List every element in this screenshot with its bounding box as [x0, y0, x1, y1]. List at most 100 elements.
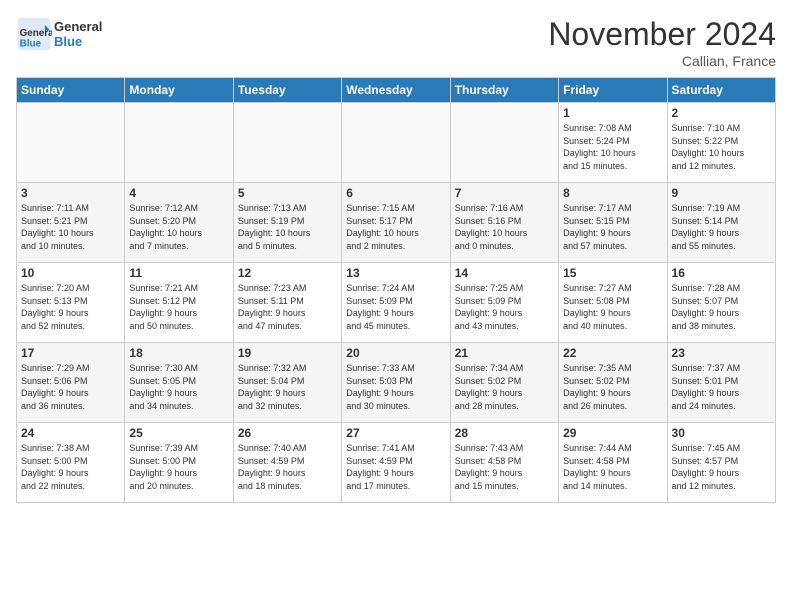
- day-info: Sunrise: 7:19 AM Sunset: 5:14 PM Dayligh…: [672, 202, 771, 252]
- calendar-cell: [233, 103, 341, 183]
- day-number: 8: [563, 186, 662, 200]
- day-info: Sunrise: 7:27 AM Sunset: 5:08 PM Dayligh…: [563, 282, 662, 332]
- calendar-cell: 18 Sunrise: 7:30 AM Sunset: 5:05 PM Dayli…: [125, 343, 233, 423]
- calendar-cell: 20 Sunrise: 7:33 AM Sunset: 5:03 PM Dayli…: [342, 343, 450, 423]
- day-number: 13: [346, 266, 445, 280]
- calendar-cell: 8 Sunrise: 7:17 AM Sunset: 5:15 PM Daylig…: [559, 183, 667, 263]
- day-number: 28: [455, 426, 554, 440]
- day-number: 19: [238, 346, 337, 360]
- weekday-header-thursday: Thursday: [450, 78, 558, 103]
- day-info: Sunrise: 7:39 AM Sunset: 5:00 PM Dayligh…: [129, 442, 228, 492]
- title-block: November 2024 Callian, France: [548, 16, 776, 69]
- day-info: Sunrise: 7:37 AM Sunset: 5:01 PM Dayligh…: [672, 362, 771, 412]
- day-info: Sunrise: 7:35 AM Sunset: 5:02 PM Dayligh…: [563, 362, 662, 412]
- location-subtitle: Callian, France: [548, 53, 776, 69]
- day-number: 16: [672, 266, 771, 280]
- day-number: 22: [563, 346, 662, 360]
- day-number: 17: [21, 346, 120, 360]
- day-info: Sunrise: 7:23 AM Sunset: 5:11 PM Dayligh…: [238, 282, 337, 332]
- calendar-cell: 19 Sunrise: 7:32 AM Sunset: 5:04 PM Dayli…: [233, 343, 341, 423]
- day-info: Sunrise: 7:38 AM Sunset: 5:00 PM Dayligh…: [21, 442, 120, 492]
- calendar-cell: [342, 103, 450, 183]
- day-info: Sunrise: 7:30 AM Sunset: 5:05 PM Dayligh…: [129, 362, 228, 412]
- calendar-cell: 5 Sunrise: 7:13 AM Sunset: 5:19 PM Daylig…: [233, 183, 341, 263]
- day-info: Sunrise: 7:16 AM Sunset: 5:16 PM Dayligh…: [455, 202, 554, 252]
- day-number: 15: [563, 266, 662, 280]
- day-info: Sunrise: 7:28 AM Sunset: 5:07 PM Dayligh…: [672, 282, 771, 332]
- weekday-header-sunday: Sunday: [17, 78, 125, 103]
- day-number: 10: [21, 266, 120, 280]
- day-info: Sunrise: 7:12 AM Sunset: 5:20 PM Dayligh…: [129, 202, 228, 252]
- calendar-cell: 15 Sunrise: 7:27 AM Sunset: 5:08 PM Dayli…: [559, 263, 667, 343]
- day-number: 7: [455, 186, 554, 200]
- calendar-cell: 3 Sunrise: 7:11 AM Sunset: 5:21 PM Daylig…: [17, 183, 125, 263]
- day-number: 27: [346, 426, 445, 440]
- day-number: 9: [672, 186, 771, 200]
- logo: General Blue General Blue: [16, 16, 102, 52]
- calendar-cell: [450, 103, 558, 183]
- day-number: 24: [21, 426, 120, 440]
- day-number: 1: [563, 106, 662, 120]
- weekday-header-wednesday: Wednesday: [342, 78, 450, 103]
- day-number: 26: [238, 426, 337, 440]
- day-number: 14: [455, 266, 554, 280]
- day-number: 20: [346, 346, 445, 360]
- calendar-cell: 13 Sunrise: 7:24 AM Sunset: 5:09 PM Dayli…: [342, 263, 450, 343]
- day-number: 2: [672, 106, 771, 120]
- day-info: Sunrise: 7:24 AM Sunset: 5:09 PM Dayligh…: [346, 282, 445, 332]
- day-number: 29: [563, 426, 662, 440]
- calendar-cell: 30 Sunrise: 7:45 AM Sunset: 4:57 PM Dayli…: [667, 423, 775, 503]
- day-number: 23: [672, 346, 771, 360]
- day-info: Sunrise: 7:10 AM Sunset: 5:22 PM Dayligh…: [672, 122, 771, 172]
- day-info: Sunrise: 7:32 AM Sunset: 5:04 PM Dayligh…: [238, 362, 337, 412]
- day-number: 6: [346, 186, 445, 200]
- weekday-header-saturday: Saturday: [667, 78, 775, 103]
- calendar-cell: 22 Sunrise: 7:35 AM Sunset: 5:02 PM Dayli…: [559, 343, 667, 423]
- day-number: 4: [129, 186, 228, 200]
- day-info: Sunrise: 7:40 AM Sunset: 4:59 PM Dayligh…: [238, 442, 337, 492]
- page-header: General Blue General Blue November 2024 …: [16, 16, 776, 69]
- calendar-cell: [125, 103, 233, 183]
- day-number: 11: [129, 266, 228, 280]
- calendar-cell: 24 Sunrise: 7:38 AM Sunset: 5:00 PM Dayli…: [17, 423, 125, 503]
- day-info: Sunrise: 7:13 AM Sunset: 5:19 PM Dayligh…: [238, 202, 337, 252]
- day-number: 18: [129, 346, 228, 360]
- calendar-cell: 6 Sunrise: 7:15 AM Sunset: 5:17 PM Daylig…: [342, 183, 450, 263]
- calendar-cell: 4 Sunrise: 7:12 AM Sunset: 5:20 PM Daylig…: [125, 183, 233, 263]
- weekday-header-monday: Monday: [125, 78, 233, 103]
- logo-line2: Blue: [54, 34, 102, 49]
- calendar-cell: 27 Sunrise: 7:41 AM Sunset: 4:59 PM Dayli…: [342, 423, 450, 503]
- day-number: 3: [21, 186, 120, 200]
- calendar-cell: 21 Sunrise: 7:34 AM Sunset: 5:02 PM Dayli…: [450, 343, 558, 423]
- day-number: 30: [672, 426, 771, 440]
- calendar-cell: 12Sunrise: 7:23 AM Sunset: 5:11 PM Dayli…: [233, 263, 341, 343]
- day-info: Sunrise: 7:20 AM Sunset: 5:13 PM Dayligh…: [21, 282, 120, 332]
- calendar-table: SundayMondayTuesdayWednesdayThursdayFrid…: [16, 77, 776, 503]
- calendar-cell: 17Sunrise: 7:29 AM Sunset: 5:06 PM Dayli…: [17, 343, 125, 423]
- calendar-header: SundayMondayTuesdayWednesdayThursdayFrid…: [17, 78, 776, 103]
- day-info: Sunrise: 7:34 AM Sunset: 5:02 PM Dayligh…: [455, 362, 554, 412]
- calendar-cell: 1Sunrise: 7:08 AM Sunset: 5:24 PM Daylig…: [559, 103, 667, 183]
- calendar-cell: 26 Sunrise: 7:40 AM Sunset: 4:59 PM Dayli…: [233, 423, 341, 503]
- calendar-cell: 14Sunrise: 7:25 AM Sunset: 5:09 PM Dayli…: [450, 263, 558, 343]
- day-info: Sunrise: 7:41 AM Sunset: 4:59 PM Dayligh…: [346, 442, 445, 492]
- calendar-cell: 2 Sunrise: 7:10 AM Sunset: 5:22 PM Daylig…: [667, 103, 775, 183]
- day-info: Sunrise: 7:44 AM Sunset: 4:58 PM Dayligh…: [563, 442, 662, 492]
- calendar-cell: 25 Sunrise: 7:39 AM Sunset: 5:00 PM Dayli…: [125, 423, 233, 503]
- day-info: Sunrise: 7:45 AM Sunset: 4:57 PM Dayligh…: [672, 442, 771, 492]
- day-number: 5: [238, 186, 337, 200]
- logo-line1: General: [54, 19, 102, 34]
- logo-icon: General Blue: [16, 16, 52, 52]
- day-info: Sunrise: 7:15 AM Sunset: 5:17 PM Dayligh…: [346, 202, 445, 252]
- day-info: Sunrise: 7:33 AM Sunset: 5:03 PM Dayligh…: [346, 362, 445, 412]
- day-info: Sunrise: 7:17 AM Sunset: 5:15 PM Dayligh…: [563, 202, 662, 252]
- calendar-cell: 28Sunrise: 7:43 AM Sunset: 4:58 PM Dayli…: [450, 423, 558, 503]
- day-number: 21: [455, 346, 554, 360]
- calendar-cell: 9 Sunrise: 7:19 AM Sunset: 5:14 PM Daylig…: [667, 183, 775, 263]
- calendar-cell: 7 Sunrise: 7:16 AM Sunset: 5:16 PM Daylig…: [450, 183, 558, 263]
- calendar-cell: [17, 103, 125, 183]
- month-title: November 2024: [548, 16, 776, 53]
- svg-text:Blue: Blue: [20, 39, 42, 50]
- day-number: 25: [129, 426, 228, 440]
- day-info: Sunrise: 7:11 AM Sunset: 5:21 PM Dayligh…: [21, 202, 120, 252]
